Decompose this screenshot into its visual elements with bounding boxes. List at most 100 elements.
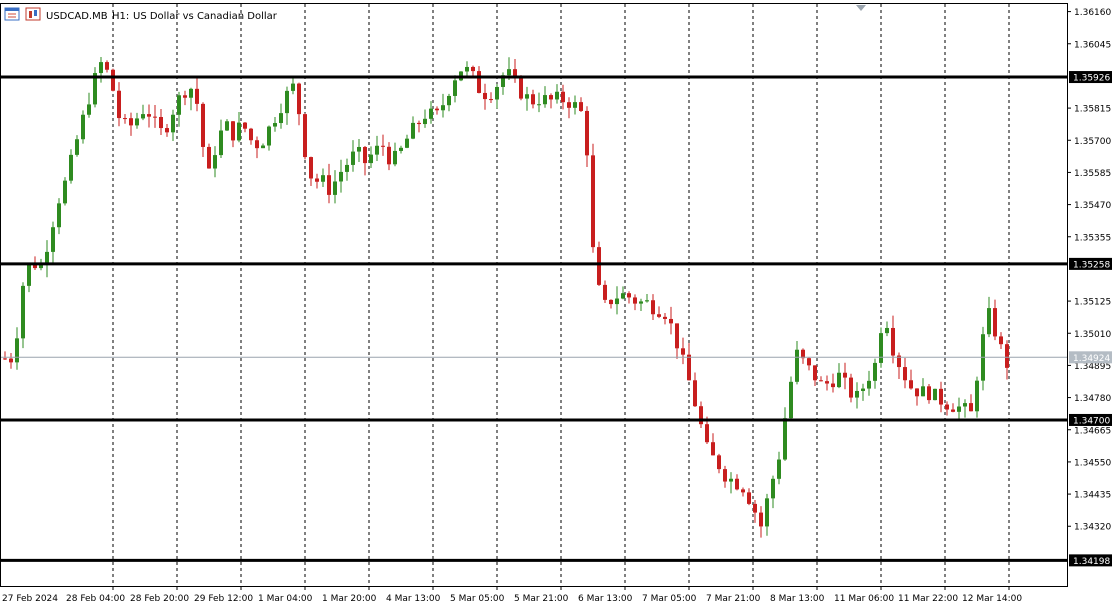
candle-body	[39, 265, 43, 269]
y-tick-label: 1.34665	[1074, 426, 1111, 436]
chart-type-icon[interactable]	[25, 7, 41, 21]
candle-body	[561, 91, 565, 103]
candle-body	[519, 77, 523, 99]
candle-body	[237, 122, 241, 141]
candle-body	[495, 86, 499, 100]
candle-body	[819, 380, 823, 382]
candle-body	[867, 380, 871, 389]
candle-body	[339, 171, 343, 182]
y-tick-label: 1.34780	[1074, 394, 1111, 404]
candle-body	[777, 459, 781, 479]
candle-body	[357, 146, 361, 152]
candle-body	[969, 403, 973, 412]
candle-body	[255, 140, 259, 149]
candle-body	[315, 178, 319, 182]
candle	[63, 177, 67, 206]
candle-body	[363, 146, 367, 164]
candle-body	[555, 91, 559, 100]
candle-body	[771, 478, 775, 499]
candle	[879, 327, 883, 368]
candle-body	[1005, 344, 1009, 368]
candle-body	[699, 406, 703, 425]
candle-body	[75, 139, 79, 155]
candle-body	[273, 123, 277, 127]
y-tick-label: 1.35355	[1074, 233, 1111, 243]
menu-icon[interactable]	[4, 7, 20, 21]
x-tick-label: 1 Mar 04:00	[258, 594, 313, 604]
y-tick-label: 1.36160	[1074, 8, 1111, 18]
candle-body	[717, 455, 721, 470]
candle-body	[525, 94, 529, 99]
price-chart[interactable]: 1.36160 1.36045 1.35815 1.35700 1.35585 1.354…	[0, 0, 1112, 607]
candle-body	[435, 108, 439, 111]
level-price-label: 1.34198	[1073, 557, 1110, 567]
candle-body	[741, 489, 745, 493]
candle-body	[285, 90, 289, 114]
candle-body	[951, 409, 955, 412]
candle-body	[837, 372, 841, 388]
candle-body	[327, 175, 331, 195]
candle-body	[441, 105, 445, 111]
candle-body	[735, 478, 739, 490]
candle-body	[945, 404, 949, 410]
candle-body	[597, 247, 601, 285]
y-tick-label: 1.35700	[1074, 137, 1111, 147]
candle-body	[903, 367, 907, 381]
candle-body	[51, 227, 55, 252]
candle-body	[9, 358, 13, 363]
candle-body	[915, 388, 919, 397]
candle-body	[831, 383, 835, 388]
candle-body	[885, 327, 889, 334]
candle-body	[117, 90, 121, 119]
x-tick-label: 1 Mar 20:00	[322, 594, 377, 604]
candle-body	[537, 104, 541, 106]
y-tick-label: 1.35585	[1074, 169, 1111, 179]
candle-body	[423, 118, 427, 125]
candle-body	[657, 314, 661, 317]
candle-body	[123, 118, 127, 120]
candle-body	[543, 95, 547, 105]
candle-body	[243, 122, 247, 129]
candle	[21, 282, 25, 349]
candle	[81, 110, 85, 144]
candle-body	[873, 362, 877, 381]
candle-body	[471, 66, 475, 72]
candle-body	[795, 349, 799, 382]
y-tick-label: 1.34435	[1074, 491, 1111, 501]
candle-body	[453, 80, 457, 96]
candle-body	[651, 300, 655, 315]
candle-body	[381, 145, 385, 147]
candle-body	[759, 512, 763, 527]
candle-body	[909, 380, 913, 389]
candle-body	[855, 390, 859, 398]
candle-body	[387, 146, 391, 165]
candle-body	[573, 102, 577, 108]
x-tick-label: 7 Mar 05:00	[642, 594, 697, 604]
candle-body	[291, 83, 295, 91]
candle-body	[723, 469, 727, 482]
candle-body	[891, 327, 895, 356]
candle-body	[957, 406, 961, 412]
candle-body	[393, 150, 397, 165]
candle-body	[585, 110, 589, 156]
x-tick-label: 28 Feb 04:00	[66, 594, 125, 604]
chart-header: USDCAD.MB H1: US Dollar vs Canadian Doll…	[4, 7, 278, 22]
candle-body	[15, 338, 19, 363]
candle-body	[633, 297, 637, 304]
candle-body	[225, 121, 229, 131]
y-tick-label: 1.35815	[1074, 105, 1111, 115]
candle-body	[591, 155, 595, 248]
candlestick-chart-svg[interactable]: 1.36160 1.36045 1.35815 1.35700 1.35585 1.354…	[0, 0, 1112, 607]
y-tick-label: 1.35470	[1074, 201, 1111, 211]
candle-body	[207, 146, 211, 169]
x-tick-label: 11 Mar 06:00	[834, 594, 894, 604]
candle-body	[549, 95, 553, 100]
candle-body	[129, 118, 133, 126]
level-price-label: 1.35926	[1073, 74, 1110, 84]
candle-body	[267, 126, 271, 146]
candle-body	[861, 388, 865, 391]
candle-body	[189, 88, 193, 98]
level-price-label: 1.34700	[1073, 416, 1110, 426]
candle-body	[483, 92, 487, 100]
candle-body	[279, 113, 283, 124]
